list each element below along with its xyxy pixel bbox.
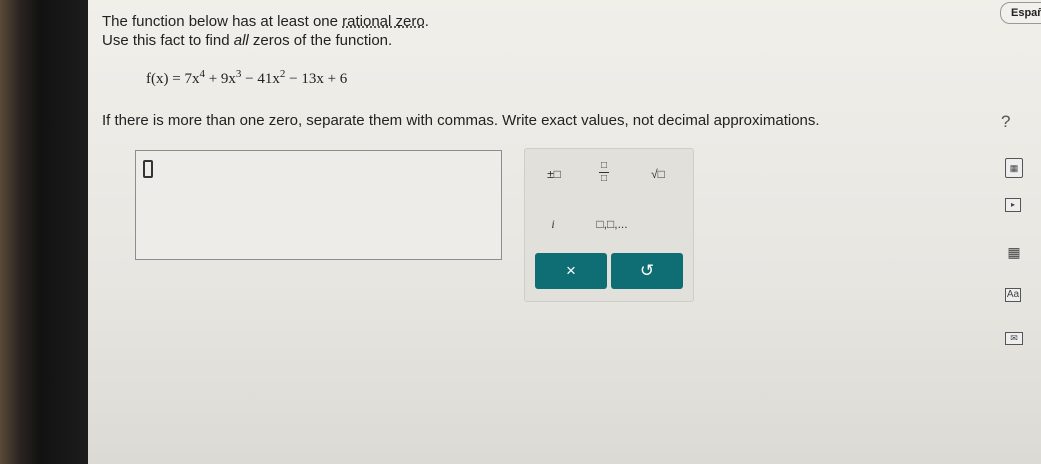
rational-zero-link[interactable]: rational zero: [342, 13, 425, 30]
plus-minus-button[interactable]: ±□: [539, 167, 569, 181]
formula-part: − 13x + 6: [285, 71, 348, 87]
fraction-bottom: □: [600, 173, 608, 184]
undo-button[interactable]: ↺: [611, 253, 683, 289]
video-icon[interactable]: ▸: [1005, 198, 1021, 212]
fraction-button[interactable]: □ □: [589, 161, 619, 184]
imaginary-button[interactable]: i: [541, 217, 565, 232]
formula-part: − 41x: [241, 71, 280, 87]
language-button[interactable]: Españ: [1000, 2, 1041, 24]
help-icon[interactable]: ?: [1001, 112, 1010, 132]
clear-button[interactable]: ×: [535, 253, 607, 289]
problem-line-2: Use this fact to find all zeros of the f…: [102, 32, 392, 49]
formula-part: f(x) = 7x: [146, 71, 200, 87]
instructions: If there is more than one zero, separate…: [102, 112, 820, 129]
line2-rest: zeros of the function.: [248, 32, 393, 49]
calculator-icon[interactable]: ▦: [1005, 158, 1023, 178]
answer-input[interactable]: [135, 150, 502, 260]
text-size-icon[interactable]: Aa: [1005, 288, 1021, 302]
list-button[interactable]: □,□,...: [587, 217, 637, 231]
message-icon[interactable]: ✉: [1005, 332, 1023, 345]
function-formula: f(x) = 7x4 + 9x3 − 41x2 − 13x + 6: [146, 68, 347, 88]
text-cursor: [143, 160, 153, 178]
math-keypad: ±□ □ □ √□ i □,□,... × ↺: [524, 148, 694, 302]
fraction-icon: □ □: [599, 161, 609, 184]
table-icon[interactable]: ▦: [1005, 244, 1023, 260]
line2-text: Use this fact to find: [102, 32, 234, 49]
sqrt-button[interactable]: √□: [643, 167, 673, 181]
problem-line-1: The function below has at least one rati…: [102, 13, 429, 30]
fraction-top: □: [600, 160, 608, 171]
line2-emphasis: all: [233, 32, 249, 49]
screen: The function below has at least one rati…: [88, 0, 1041, 464]
line1-period: .: [424, 13, 429, 30]
monitor-bezel: [0, 0, 88, 464]
formula-part: + 9x: [204, 71, 236, 87]
line1-text: The function below has at least one: [102, 13, 343, 30]
